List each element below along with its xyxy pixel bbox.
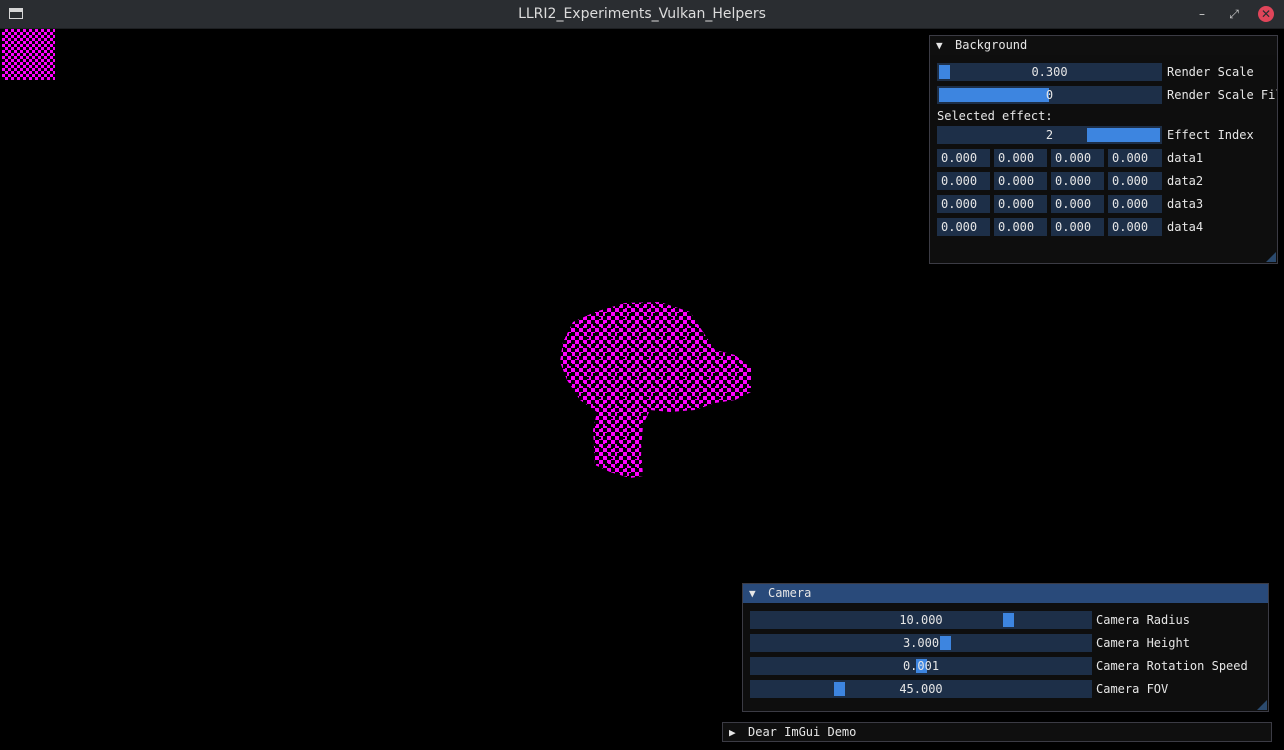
camera-height-value: 3.000: [902, 636, 940, 650]
data4-x-field[interactable]: 0.000: [937, 218, 990, 236]
effect-index-value: 2: [1045, 128, 1054, 142]
data1-w-field[interactable]: 0.000: [1108, 149, 1162, 167]
camera-fov-grab[interactable]: [834, 682, 845, 696]
data3-z-field[interactable]: 0.000: [1051, 195, 1104, 213]
background-panel-header[interactable]: ▼ Background: [930, 36, 1277, 55]
imgui-demo-panel[interactable]: ▶ Dear ImGui Demo: [722, 722, 1272, 742]
checkered-model-render: [560, 302, 751, 478]
resize-grip-icon[interactable]: [1257, 700, 1267, 710]
data3-x-field[interactable]: 0.000: [937, 195, 990, 213]
data2-w-field[interactable]: 0.000: [1108, 172, 1162, 190]
render-scale-filter-grab[interactable]: [939, 88, 1049, 102]
camera-height-label: Camera Height: [1096, 636, 1190, 650]
background-panel[interactable]: ▼ Background 0.300 Render Scale 0 Render…: [929, 35, 1278, 264]
data4-y-field[interactable]: 0.000: [994, 218, 1047, 236]
camera-fov-value: 45.000: [899, 682, 943, 696]
data1-label: data1: [1167, 151, 1204, 165]
camera-panel-header[interactable]: ▼ Camera: [743, 584, 1268, 603]
collapse-arrow-icon[interactable]: ▼: [936, 36, 943, 55]
camera-radius-slider[interactable]: 10.000: [750, 611, 1092, 629]
data3-y-field[interactable]: 0.000: [994, 195, 1047, 213]
render-scale-slider-grab[interactable]: [939, 65, 950, 79]
camera-rotation-speed-label: Camera Rotation Speed: [1096, 659, 1248, 673]
selected-effect-text: Selected effect:: [937, 109, 1053, 123]
effect-index-slider[interactable]: 2: [937, 126, 1162, 144]
background-panel-title: Background: [955, 38, 1028, 52]
render-scale-label: Render Scale: [1167, 65, 1254, 79]
camera-rotation-speed-value: 0.001: [902, 659, 940, 673]
effect-index-grab[interactable]: [1087, 128, 1160, 142]
camera-radius-value: 10.000: [899, 613, 943, 627]
imgui-demo-title: Dear ImGui Demo: [748, 725, 857, 739]
data1-x-field[interactable]: 0.000: [937, 149, 990, 167]
data1-y-field[interactable]: 0.000: [994, 149, 1047, 167]
effect-index-label: Effect Index: [1167, 128, 1254, 142]
render-scale-filter-label: Render Scale Fil: [1167, 88, 1277, 102]
camera-panel[interactable]: ▼ Camera 10.000 Camera Radius 3.000 Came…: [742, 583, 1269, 712]
data2-z-field[interactable]: 0.000: [1051, 172, 1104, 190]
render-target-thumbnail: [2, 29, 55, 80]
data2-y-field[interactable]: 0.000: [994, 172, 1047, 190]
data2-label: data2: [1167, 174, 1204, 188]
minimize-button[interactable]: –: [1194, 6, 1210, 22]
render-scale-slider[interactable]: 0.300: [937, 63, 1162, 81]
camera-height-slider[interactable]: 3.000: [750, 634, 1092, 652]
window-title: LLRI2_Experiments_Vulkan_Helpers: [518, 6, 766, 22]
camera-panel-title: Camera: [768, 586, 812, 600]
camera-radius-grab[interactable]: [1003, 613, 1014, 627]
data4-label: data4: [1167, 220, 1204, 234]
camera-radius-label: Camera Radius: [1096, 613, 1190, 627]
camera-fov-label: Camera FOV: [1096, 682, 1169, 696]
render-scale-filter-slider[interactable]: 0: [937, 86, 1162, 104]
resize-grip-icon[interactable]: [1266, 252, 1276, 262]
window-titlebar[interactable]: LLRI2_Experiments_Vulkan_Helpers – ⤢ ✕: [0, 0, 1284, 29]
imgui-demo-header[interactable]: ▶ Dear ImGui Demo: [723, 723, 1271, 742]
collapse-arrow-icon[interactable]: ▼: [749, 584, 756, 603]
camera-rotation-speed-slider[interactable]: 0.001: [750, 657, 1092, 675]
expand-arrow-icon[interactable]: ▶: [729, 723, 736, 742]
data4-w-field[interactable]: 0.000: [1108, 218, 1162, 236]
data2-x-field[interactable]: 0.000: [937, 172, 990, 190]
data1-z-field[interactable]: 0.000: [1051, 149, 1104, 167]
render-scale-filter-value: 0: [1045, 88, 1054, 102]
data4-z-field[interactable]: 0.000: [1051, 218, 1104, 236]
data3-w-field[interactable]: 0.000: [1108, 195, 1162, 213]
data3-label: data3: [1167, 197, 1204, 211]
close-button[interactable]: ✕: [1258, 6, 1274, 22]
render-scale-value: 0.300: [1031, 65, 1068, 79]
camera-fov-slider[interactable]: 45.000: [750, 680, 1092, 698]
camera-height-grab[interactable]: [940, 636, 951, 650]
maximize-button[interactable]: ⤢: [1226, 6, 1242, 22]
